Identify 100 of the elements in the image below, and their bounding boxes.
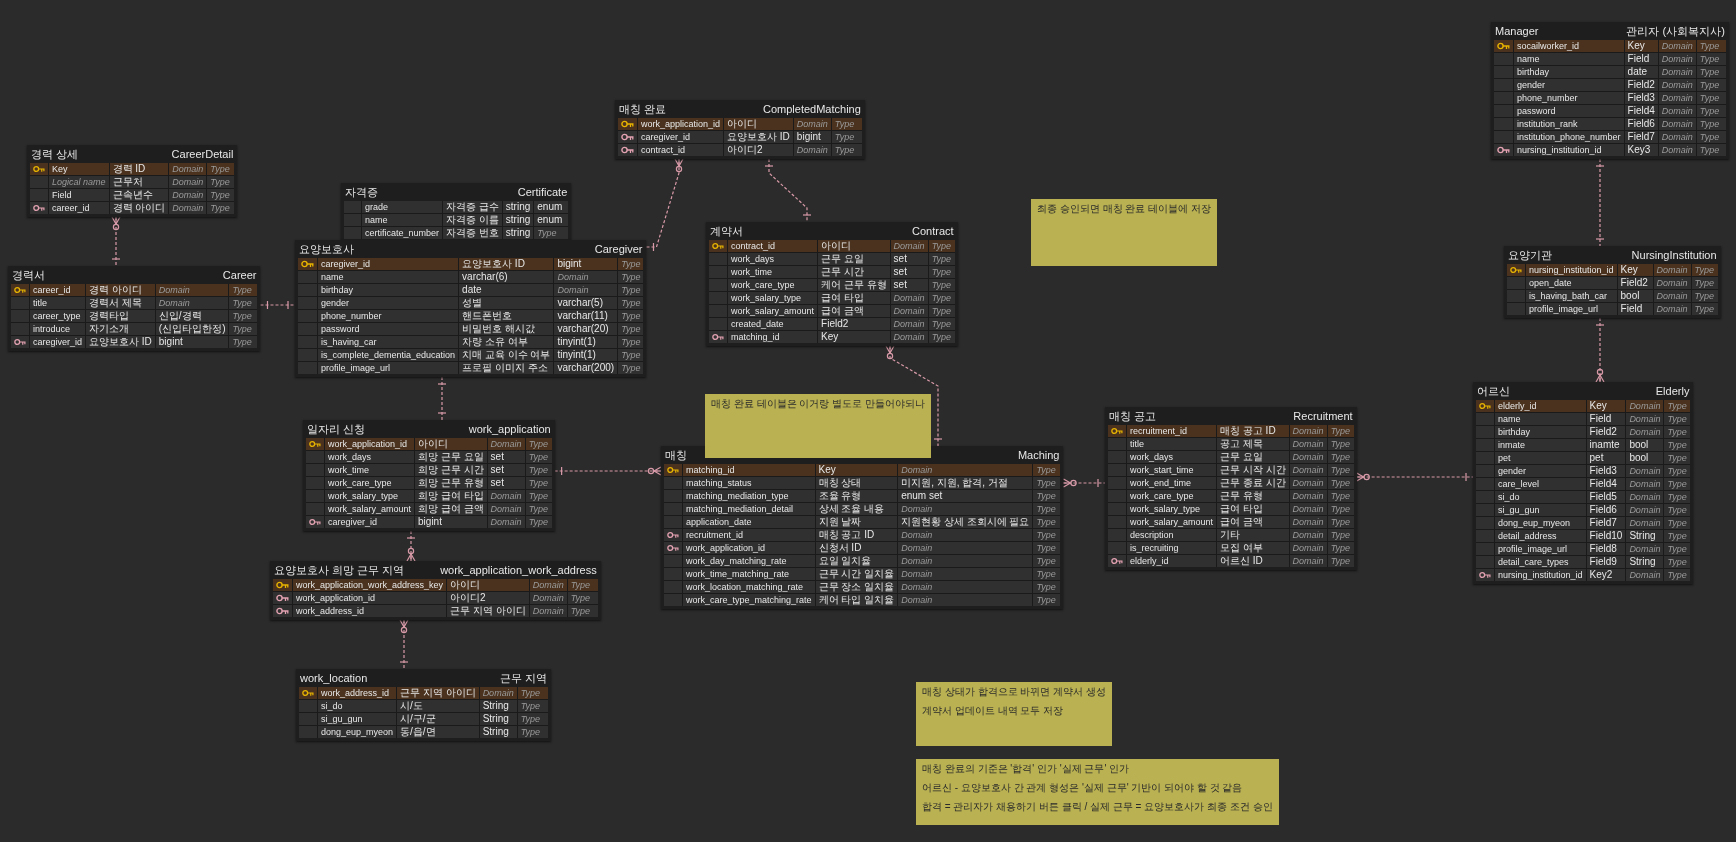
table-cell: 차량 소유 여부: [459, 336, 554, 348]
table-title: Recruitment: [1293, 410, 1353, 422]
table-cell: Type: [928, 331, 955, 343]
table-cell: String: [479, 713, 517, 725]
table-cell: nursing_institution_id: [1526, 264, 1617, 276]
table-cell: gender: [318, 297, 459, 309]
table-title: 매칭 완료: [619, 101, 667, 117]
table-cell: caregiver_id: [30, 336, 86, 348]
table-cell: gender: [1495, 465, 1586, 477]
table-cell: Type: [517, 700, 548, 712]
table-cell: 요양보호사 ID: [86, 336, 155, 348]
table-title: Career: [222, 269, 257, 281]
table-cell: Domain: [487, 503, 525, 515]
table-cell: recruitment_id: [683, 529, 815, 541]
table-cell: Type: [1664, 556, 1691, 568]
table-cell: Type: [1033, 490, 1061, 502]
table-cell: is_complete_dementia_education: [318, 349, 459, 361]
table-cell: birthday: [1514, 66, 1624, 78]
table-cell: 공고 제목: [1217, 438, 1289, 450]
note-text: 매칭 완료 테이블은 이거랑 별도로 만들어야되나: [711, 397, 925, 410]
table-cell: Type: [525, 490, 552, 502]
table-cell: Type: [1033, 529, 1061, 541]
table-cell: birthday: [318, 284, 459, 296]
table-cell: work_salary_amount: [325, 503, 415, 515]
table-cell: Type: [1033, 516, 1061, 528]
table-cell: String: [479, 726, 517, 738]
table-cell: 미지원, 지원, 합격, 거절: [898, 477, 1033, 489]
table-cell: Type: [1033, 555, 1061, 567]
table-cell: Type: [1696, 79, 1726, 91]
table-cell: 희망 근무 요일: [415, 451, 487, 463]
table-cell: matching_id: [728, 331, 818, 343]
table-cell: 경력 아이디: [109, 202, 169, 214]
table-cell: 상세 조율 내용: [815, 503, 898, 515]
table-cell: Domain: [1289, 464, 1327, 476]
table-cell: Type: [567, 605, 598, 617]
table-cell: tinyint(1): [554, 336, 618, 348]
table-cell: work_care_type: [1127, 490, 1217, 502]
relationship-line: [111, 216, 121, 267]
table-cell: Domain: [898, 529, 1033, 541]
table-cell: 기타: [1217, 529, 1289, 541]
table-cell: string: [502, 227, 534, 239]
table-cell: bigint: [415, 516, 487, 528]
table-title: CareerDetail: [171, 148, 234, 160]
table-cell: work_application_work_address_key: [293, 579, 447, 591]
table-cell: work_end_time: [1127, 477, 1217, 489]
table-cell: Type: [525, 503, 552, 515]
table-cell: Domain: [169, 163, 207, 175]
table-cell: Type: [517, 726, 548, 738]
table-cell: Type: [229, 336, 258, 348]
table-cell: work_days: [325, 451, 415, 463]
table-cell: Type: [517, 687, 548, 699]
table-cell: Type: [207, 163, 235, 175]
table-cell: profile_image_url: [1526, 303, 1617, 315]
table-title: 계약서: [710, 223, 743, 239]
table-title: 매칭: [665, 447, 687, 463]
table-cell: Domain: [1658, 131, 1696, 143]
table-cell: profile_image_url: [1495, 543, 1586, 555]
table-cell: 근무 시작 시간: [1217, 464, 1289, 476]
table-cell: name: [318, 271, 459, 283]
table-cell: Domain: [1289, 542, 1327, 554]
table-cell: Type: [1664, 426, 1691, 438]
table-cell: Type: [1033, 568, 1061, 580]
relationship-line: [1595, 317, 1605, 383]
table-cell: Domain: [1289, 451, 1327, 463]
table-cell: Type: [618, 284, 644, 296]
table-cell: Type: [1664, 439, 1691, 451]
table-cell: Type: [831, 144, 862, 156]
table-cell: Field5: [1586, 491, 1626, 503]
table-title: work_application: [468, 423, 551, 435]
table-cell: 시/구/군: [397, 713, 479, 725]
table-cell: Type: [1033, 464, 1061, 476]
table-cell: Type: [1327, 503, 1354, 515]
table-cell: Field10: [1586, 530, 1626, 542]
table-cell: password: [318, 323, 459, 335]
table-cell: 핸드폰번호: [459, 310, 554, 322]
table-cell: Domain: [169, 189, 207, 201]
table-cell: caregiver_id: [325, 516, 415, 528]
table-cell: Domain: [1289, 438, 1327, 450]
table-cell: 지원현황 상세 조회시에 필요: [898, 516, 1033, 528]
table-cell: Domain: [890, 240, 928, 252]
table-cell: Domain: [890, 318, 928, 330]
table-cell: Type: [1696, 40, 1726, 52]
table-cell: 자격증 급수: [443, 201, 502, 213]
table-cell: pet: [1495, 452, 1586, 464]
table-cell: work_salary_type: [1127, 503, 1217, 515]
table-cell: Type: [1696, 53, 1726, 65]
table-cell: Domain: [1289, 555, 1327, 567]
table-cell: 지원 날짜: [815, 516, 898, 528]
table-cell: set: [487, 451, 525, 463]
table-cell: string: [502, 214, 534, 226]
table-cell: Type: [1664, 465, 1691, 477]
table-cell: 모집 여부: [1217, 542, 1289, 554]
table-cell: caregiver_id: [638, 131, 724, 143]
note-text: 매칭 상태가 합격으로 바뀌면 계약서 생성: [922, 685, 1106, 698]
table-cell: nursing_institution_id: [1495, 569, 1586, 581]
table-cell: varchar(20): [554, 323, 618, 335]
table-cell: string: [502, 201, 534, 213]
table-cell: Type: [618, 362, 644, 374]
table-cell: Domain: [1658, 40, 1696, 52]
table-title: 요양기관: [1508, 247, 1552, 263]
